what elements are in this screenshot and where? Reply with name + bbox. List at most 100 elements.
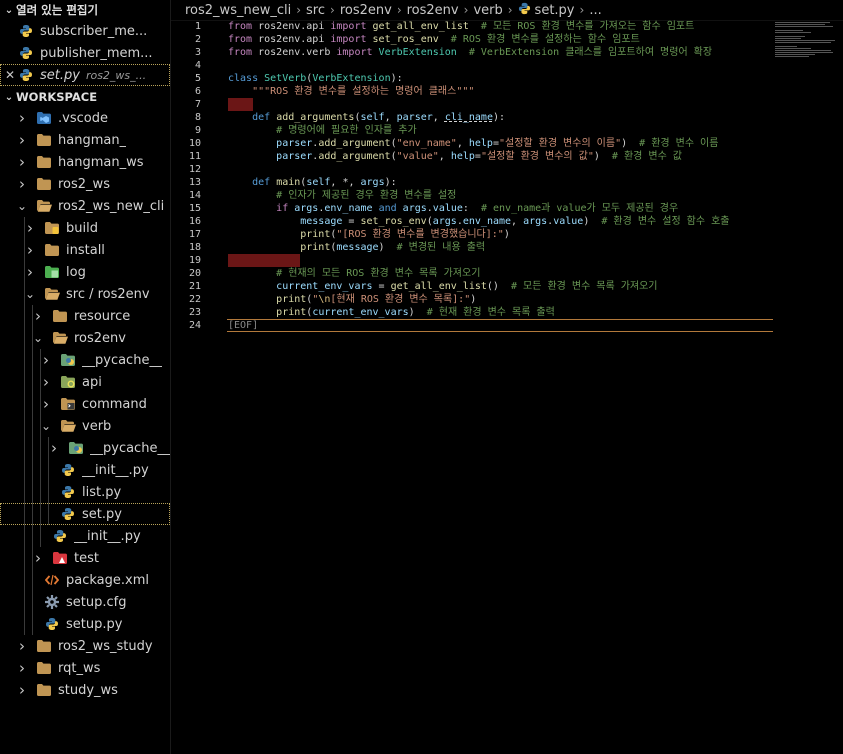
breadcrumb-item[interactable]: ros2env bbox=[340, 3, 392, 18]
chevron-right-icon[interactable]: › bbox=[16, 175, 28, 193]
code-line: 13 def main(self, *, args): bbox=[171, 176, 843, 189]
tree-item-label: list.py bbox=[82, 484, 122, 500]
open-editors-header[interactable]: ⌄ 열려 있는 편집기 bbox=[0, 0, 170, 20]
tree-folder-item[interactable]: › log bbox=[0, 261, 170, 283]
breadcrumb-item[interactable]: src bbox=[306, 3, 325, 18]
line-number: 5 bbox=[194, 73, 201, 84]
chevron-down-icon[interactable]: ⌄ bbox=[40, 419, 52, 433]
python-file-icon bbox=[52, 528, 68, 544]
tree-folder-item[interactable]: › command bbox=[0, 393, 170, 415]
tree-item-label: command bbox=[82, 396, 147, 412]
breadcrumb-item[interactable]: verb bbox=[473, 3, 502, 18]
tree-folder-item[interactable]: ⌄ ros2_ws_new_cli bbox=[0, 195, 170, 217]
open-editor-item[interactable]: subscriber_me... bbox=[0, 20, 170, 42]
tree-file-item[interactable]: __init__.py bbox=[0, 459, 170, 481]
tree-item-label: study_ws bbox=[58, 682, 118, 698]
breadcrumb-item[interactable]: ... bbox=[589, 3, 601, 18]
code-line: 6 """ROS 환경 변수를 설정하는 명령어 클래스""" bbox=[171, 85, 843, 98]
breadcrumb-item[interactable]: set.py bbox=[535, 3, 575, 18]
line-number: 6 bbox=[194, 86, 201, 97]
chevron-right-icon[interactable]: › bbox=[16, 153, 28, 171]
open-editor-item[interactable]: publisher_mem... bbox=[0, 42, 170, 64]
tree-folder-item[interactable]: › rqt_ws bbox=[0, 657, 170, 679]
open-editor-item-active[interactable]: ✕ set.py ros2_ws_... bbox=[0, 64, 170, 86]
tree-folder-item[interactable]: ⌄ verb bbox=[0, 415, 170, 437]
tree-folder-item[interactable]: › test bbox=[0, 547, 170, 569]
tree-folder-item[interactable]: › build bbox=[0, 217, 170, 239]
breadcrumb-item[interactable]: ros2_ws_new_cli bbox=[185, 3, 291, 18]
workspace-header[interactable]: ⌄ WORKSPACE bbox=[0, 87, 170, 107]
chevron-right-icon[interactable]: › bbox=[32, 307, 44, 325]
tree-folder-item[interactable]: › .vscode bbox=[0, 107, 170, 129]
chevron-right-icon[interactable]: › bbox=[16, 637, 28, 655]
chevron-right-icon: › bbox=[507, 3, 513, 17]
tree-folder-item[interactable]: › hangman_ bbox=[0, 129, 170, 151]
code-line: 18 print(message) # 변경된 내용 출력 bbox=[171, 241, 843, 254]
code-line: 17 print("[ROS 환경 변수를 변경했습니다]:") bbox=[171, 228, 843, 241]
whitespace-error-highlight bbox=[228, 98, 253, 111]
tree-file-item[interactable]: setup.cfg bbox=[0, 591, 170, 613]
code-editor[interactable]: ros2_ws_new_cli › src › ros2env › ros2env › … bbox=[171, 0, 843, 754]
tree-folder-item[interactable]: › resource bbox=[0, 305, 170, 327]
open-editor-path-hint: ros2_ws_... bbox=[85, 68, 147, 82]
code-line: 9 # 명령어에 필요한 인자를 추가 bbox=[171, 124, 843, 137]
tree-file-item[interactable]: package.xml bbox=[0, 569, 170, 591]
chevron-down-icon: ⌄ bbox=[4, 4, 14, 16]
tree-item-label: __init__.py bbox=[74, 528, 141, 544]
tree-item-label: hangman_ bbox=[58, 132, 127, 148]
tree-folder-item[interactable]: ⌄ src / ros2env bbox=[0, 283, 170, 305]
line-number: 21 bbox=[188, 281, 201, 292]
chevron-right-icon[interactable]: › bbox=[40, 351, 52, 369]
code-area[interactable]: 1 from ros2env.api import get_all_env_lis… bbox=[171, 20, 843, 332]
tree-folder-item[interactable]: › ros2_ws_study bbox=[0, 635, 170, 657]
line-number: 23 bbox=[188, 307, 201, 318]
tree-folder-item[interactable]: › study_ws bbox=[0, 679, 170, 701]
folder-open-icon bbox=[52, 330, 68, 346]
tree-file-item[interactable]: __init__.py bbox=[0, 525, 170, 547]
folder-icon bbox=[36, 154, 52, 170]
python-file-icon bbox=[44, 616, 60, 632]
tree-folder-item[interactable]: › __pycache__ bbox=[0, 349, 170, 371]
tree-file-item[interactable]: set.py bbox=[0, 503, 170, 525]
tree-folder-item[interactable]: › __pycache__ bbox=[0, 437, 170, 459]
test-folder-icon bbox=[52, 550, 68, 566]
folder-icon bbox=[36, 176, 52, 192]
tree-folder-item[interactable]: ⌄ ros2env bbox=[0, 327, 170, 349]
tree-item-label: ros2_ws_study bbox=[58, 638, 153, 654]
breadcrumb-item[interactable]: ros2env bbox=[407, 3, 459, 18]
tree-folder-item[interactable]: › api bbox=[0, 371, 170, 393]
tree-folder-item[interactable]: › hangman_ws bbox=[0, 151, 170, 173]
python-file-icon bbox=[60, 506, 76, 522]
api-folder-icon bbox=[60, 374, 76, 390]
chevron-right-icon[interactable]: › bbox=[16, 659, 28, 677]
chevron-right-icon[interactable]: › bbox=[24, 241, 36, 259]
tree-folder-item[interactable]: › ros2_ws bbox=[0, 173, 170, 195]
chevron-down-icon[interactable]: ⌄ bbox=[32, 331, 44, 345]
chevron-right-icon: › bbox=[579, 3, 585, 17]
chevron-right-icon[interactable]: › bbox=[24, 219, 36, 237]
chevron-down-icon[interactable]: ⌄ bbox=[16, 199, 28, 213]
line-number: 18 bbox=[188, 242, 201, 253]
chevron-right-icon[interactable]: › bbox=[48, 439, 60, 457]
explorer-sidebar: ⌄ 열려 있는 편집기 subscriber_me... publisher_m… bbox=[0, 0, 171, 754]
file-tree: › .vscode › hangman_ › hangman_ws › ros2_ws ⌄ ros… bbox=[0, 107, 170, 701]
tree-item-label: log bbox=[66, 264, 86, 280]
chevron-right-icon[interactable]: › bbox=[16, 681, 28, 699]
close-icon[interactable]: ✕ bbox=[4, 68, 16, 82]
tree-folder-item[interactable]: › install bbox=[0, 239, 170, 261]
tree-file-item[interactable]: list.py bbox=[0, 481, 170, 503]
line-number: 20 bbox=[188, 268, 201, 279]
tree-file-item[interactable]: setup.py bbox=[0, 613, 170, 635]
xml-file-icon bbox=[44, 572, 60, 588]
chevron-right-icon[interactable]: › bbox=[16, 109, 28, 127]
vscode-folder-icon bbox=[36, 110, 52, 126]
code-line: 2 from ros2env.api import set_ros_env # R… bbox=[171, 33, 843, 46]
chevron-right-icon[interactable]: › bbox=[16, 131, 28, 149]
code-line: 21 current_env_vars = get_all_env_list()… bbox=[171, 280, 843, 293]
folder-icon bbox=[36, 132, 52, 148]
chevron-right-icon[interactable]: › bbox=[24, 263, 36, 281]
chevron-right-icon[interactable]: › bbox=[32, 549, 44, 567]
chevron-down-icon[interactable]: ⌄ bbox=[24, 287, 36, 301]
chevron-right-icon[interactable]: › bbox=[40, 395, 52, 413]
chevron-right-icon[interactable]: › bbox=[40, 373, 52, 391]
